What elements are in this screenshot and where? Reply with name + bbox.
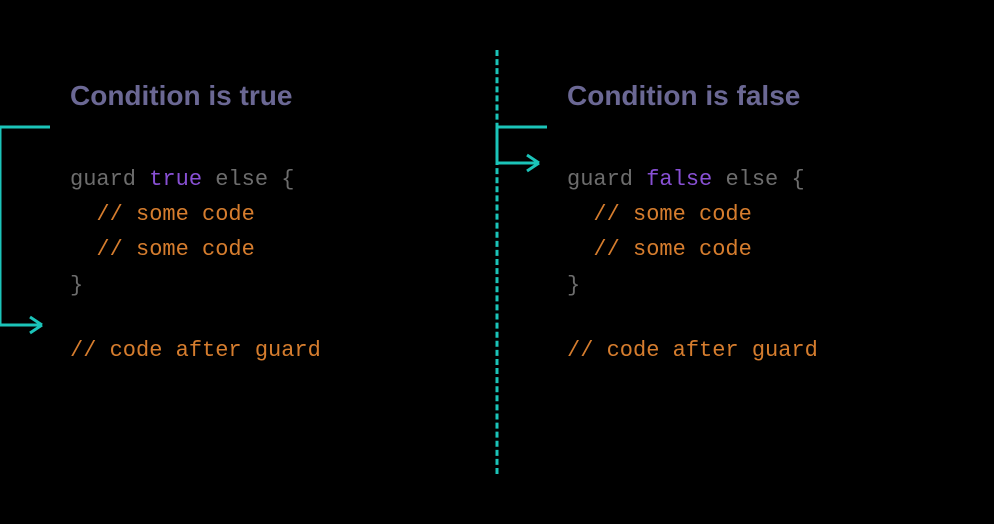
diagram-container: Condition is true guard true else { // s… xyxy=(0,0,994,524)
body-line-2: // some code xyxy=(70,232,457,267)
arrow-left-icon xyxy=(0,115,60,340)
comment-1: // some code xyxy=(593,202,751,227)
brace-close: } xyxy=(70,268,457,303)
comment-1: // some code xyxy=(96,202,254,227)
comment-2: // some code xyxy=(96,237,254,262)
left-code: guard true else { // some code // some c… xyxy=(70,162,457,368)
right-title: Condition is false xyxy=(567,80,954,112)
comment-2: // some code xyxy=(593,237,751,262)
right-panel: Condition is false guard false else { //… xyxy=(497,0,994,524)
guard-keyword: guard xyxy=(567,167,633,192)
after-guard: // code after guard xyxy=(567,333,954,368)
after-guard: // code after guard xyxy=(70,333,457,368)
else-keyword: else xyxy=(725,167,778,192)
body-line-1: // some code xyxy=(567,197,954,232)
right-code: guard false else { // some code // some … xyxy=(567,162,954,368)
spacer xyxy=(70,303,457,333)
spacer xyxy=(567,303,954,333)
guard-line: guard true else { xyxy=(70,162,457,197)
left-panel: Condition is true guard true else { // s… xyxy=(0,0,497,524)
condition-true: true xyxy=(149,167,202,192)
guard-keyword: guard xyxy=(70,167,136,192)
brace-open: { xyxy=(268,167,294,192)
brace-open: { xyxy=(778,167,804,192)
brace-close: } xyxy=(567,268,954,303)
body-line-2: // some code xyxy=(567,232,954,267)
body-line-1: // some code xyxy=(70,197,457,232)
else-keyword: else xyxy=(215,167,268,192)
guard-line: guard false else { xyxy=(567,162,954,197)
left-title: Condition is true xyxy=(70,80,457,112)
arrow-right-icon xyxy=(487,115,557,175)
condition-false: false xyxy=(646,167,712,192)
